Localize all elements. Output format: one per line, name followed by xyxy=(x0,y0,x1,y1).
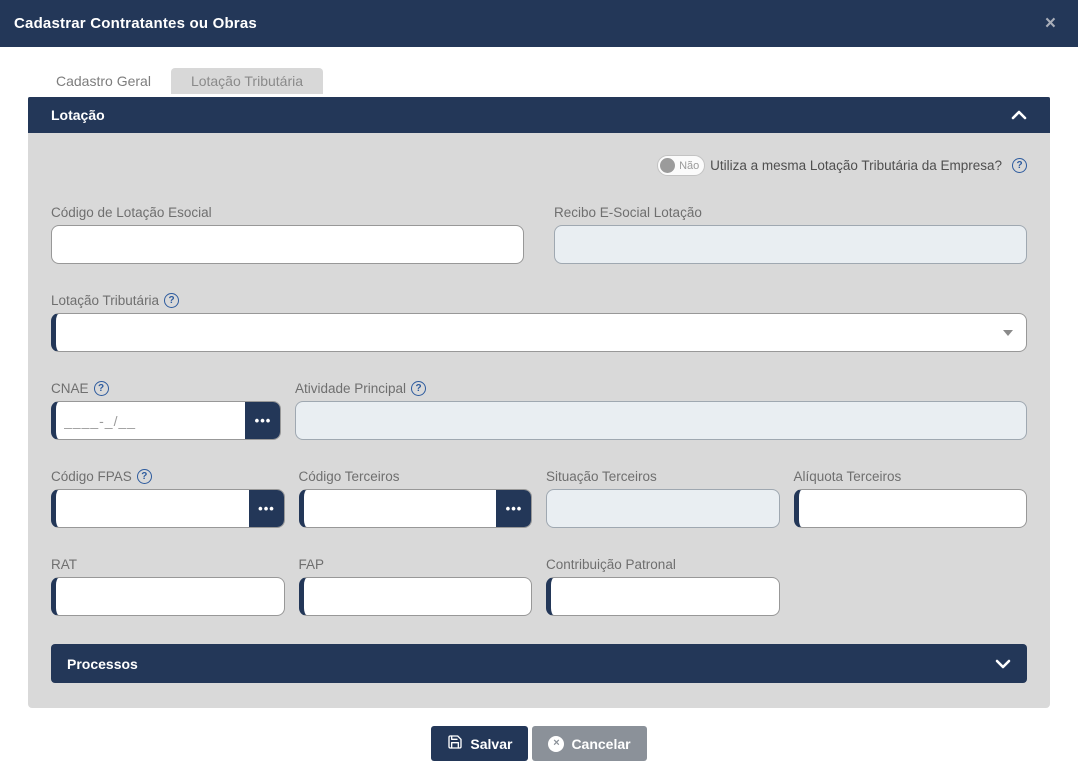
tab-lotacao-tributaria[interactable]: Lotação Tributária xyxy=(171,68,323,94)
codigo-terceiros-input-group: ••• xyxy=(299,489,533,528)
codigo-terceiros-lookup-button[interactable]: ••• xyxy=(496,489,532,528)
section-title-lotacao: Lotação xyxy=(51,107,105,123)
lotacao-panel: Lotação Não Utiliza a mesma Lotação Trib… xyxy=(28,97,1050,708)
toggle-question: Utiliza a mesma Lotação Tributária da Em… xyxy=(710,158,1002,173)
codigo-fpas-input-group: ••• xyxy=(51,489,285,528)
cnae-lookup-button[interactable]: ••• xyxy=(245,401,281,440)
atividade-principal-input xyxy=(295,401,1027,440)
aliquota-terceiros-input[interactable] xyxy=(794,489,1028,528)
codigo-fpas-lookup-button[interactable]: ••• xyxy=(249,489,285,528)
recibo-esocial-lotacao-label: Recibo E-Social Lotação xyxy=(554,205,1027,220)
fap-label: FAP xyxy=(299,557,533,572)
toggle-row: Não Utiliza a mesma Lotação Tributária d… xyxy=(51,133,1027,176)
tab-bar: Cadastro Geral Lotação Tributária xyxy=(36,68,1078,94)
lotacao-tributaria-label: Lotação Tributária ? xyxy=(51,293,1027,308)
contribuicao-patronal-label: Contribuição Patronal xyxy=(546,557,780,572)
modal-title: Cadastrar Contratantes ou Obras xyxy=(14,15,257,32)
toggle-state-label: Não xyxy=(679,160,699,172)
lotacao-tributaria-select[interactable] xyxy=(51,313,1027,352)
atividade-principal-label: Atividade Principal ? xyxy=(295,381,1027,396)
chevron-up-icon[interactable] xyxy=(1011,110,1027,120)
form-row-5: RAT FAP Contribuição Patronal xyxy=(51,557,1027,616)
fap-input[interactable] xyxy=(299,577,533,616)
tab-cadastro-geral[interactable]: Cadastro Geral xyxy=(36,68,171,94)
cnae-label: CNAE ? xyxy=(51,381,281,396)
form-row-3: CNAE ? ••• Atividade Principal ? xyxy=(51,381,1027,440)
codigo-lotacao-esocial-input[interactable] xyxy=(51,225,524,264)
lotacao-panel-body: Não Utiliza a mesma Lotação Tributária d… xyxy=(28,133,1050,683)
cancel-button[interactable]: × Cancelar xyxy=(532,726,646,761)
section-title-processos: Processos xyxy=(67,656,138,672)
form-row-1: Código de Lotação Esocial Recibo E-Socia… xyxy=(51,205,1027,264)
cancel-button-label: Cancelar xyxy=(571,736,630,752)
cnae-help-icon[interactable]: ? xyxy=(94,381,109,396)
footer: Salvar × Cancelar xyxy=(0,726,1078,761)
codigo-terceiros-label: Código Terceiros xyxy=(299,469,533,484)
lotacao-tributaria-select-input[interactable] xyxy=(51,313,1027,352)
toggle-knob xyxy=(660,158,675,173)
same-lotacao-toggle[interactable]: Não xyxy=(657,155,705,176)
codigo-fpas-label: Código FPAS ? xyxy=(51,469,285,484)
save-button[interactable]: Salvar xyxy=(431,726,528,761)
cnae-input-group: ••• xyxy=(51,401,281,440)
save-icon xyxy=(447,734,463,753)
save-button-label: Salvar xyxy=(470,736,512,752)
section-header-processos[interactable]: Processos xyxy=(51,644,1027,683)
chevron-down-icon[interactable] xyxy=(995,659,1011,669)
lotacao-tributaria-help-icon[interactable]: ? xyxy=(164,293,179,308)
form-row-4: Código FPAS ? ••• Código Terceiros ••• S… xyxy=(51,469,1027,528)
modal-header: Cadastrar Contratantes ou Obras × xyxy=(0,0,1078,47)
cnae-input[interactable] xyxy=(56,402,245,439)
codigo-terceiros-input[interactable] xyxy=(304,490,497,527)
situacao-terceiros-input xyxy=(546,489,780,528)
codigo-fpas-input[interactable] xyxy=(56,490,249,527)
section-header-lotacao[interactable]: Lotação xyxy=(28,97,1050,133)
rat-label: RAT xyxy=(51,557,285,572)
situacao-terceiros-label: Situação Terceiros xyxy=(546,469,780,484)
aliquota-terceiros-label: Alíquota Terceiros xyxy=(794,469,1028,484)
rat-input[interactable] xyxy=(51,577,285,616)
cancel-icon: × xyxy=(548,736,564,752)
recibo-esocial-lotacao-input xyxy=(554,225,1027,264)
codigo-lotacao-esocial-label: Código de Lotação Esocial xyxy=(51,205,524,220)
contribuicao-patronal-input[interactable] xyxy=(546,577,780,616)
toggle-help-icon[interactable]: ? xyxy=(1012,158,1027,173)
atividade-principal-help-icon[interactable]: ? xyxy=(411,381,426,396)
form-row-2: Lotação Tributária ? xyxy=(51,293,1027,352)
close-icon[interactable]: × xyxy=(1045,14,1056,33)
codigo-fpas-help-icon[interactable]: ? xyxy=(137,469,152,484)
